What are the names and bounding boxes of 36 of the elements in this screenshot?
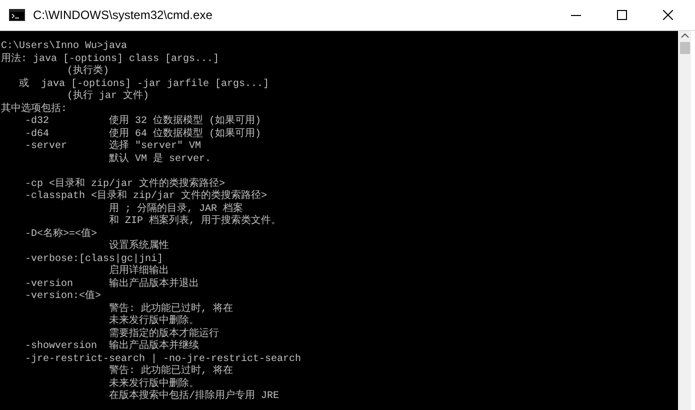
maximize-icon (617, 10, 627, 20)
window-title: C:\WINDOWS\system32\cmd.exe (33, 7, 212, 24)
console-line: -version 输出产品版本并退出 (24, 278, 200, 290)
console-line: 警告: 此功能已过时, 将在 (108, 366, 234, 378)
scroll-up-icon (680, 33, 688, 38)
console-line: -classpath <目录和 zip/jar 文件的类搜索路径> (24, 191, 268, 202)
console-line: -d32 使用 32 位数据模型 (如果可用) (24, 116, 262, 128)
console-line: 需要指定的版本才能运行 (108, 328, 220, 340)
console-line: 启用详细输出 (108, 266, 170, 278)
console-line: (执行类) (66, 66, 110, 78)
console-line: -jre-restrict-search | -no-jre-restrict-search (24, 354, 302, 364)
console-line: 未来发行版中删除。 (108, 378, 200, 390)
console-line: 其中选项包括: (1, 104, 68, 116)
console-line: -cp <目录和 zip/jar 文件的类搜索路径> (24, 178, 226, 190)
console-line: 或 java [-options] -jar jarfile [args...] (18, 78, 270, 90)
console-line: 和 ZIP 档案列表, 用于搜索类文件。 (108, 216, 282, 228)
console-line: C:\Users\Inno Wu>java (1, 41, 128, 52)
console-line: 默认 VM 是 server. (108, 154, 212, 166)
console-line: -version:<值> (24, 291, 102, 304)
console-line: -showversion 输出产品版本并继续 (24, 341, 200, 354)
console-line: -D<名称>=<值> (24, 228, 98, 241)
console-line: (执行 jar 文件) (66, 91, 150, 104)
console-line: 警告: 此功能已过时, 将在 (108, 304, 234, 314)
scrollbar[interactable] (678, 31, 691, 410)
console-line: -verbose:[class|gc|jni] (24, 254, 164, 264)
console-line: 用法: java [-options] class [args...] (1, 54, 220, 64)
console-icon (9, 9, 25, 21)
scrollbar-thumb[interactable] (680, 42, 690, 54)
minimize-icon (571, 14, 581, 16)
console-line: 设置系统属性 (108, 241, 170, 254)
close-icon (663, 10, 673, 20)
console-line: 未来发行版中删除。 (108, 316, 200, 328)
console-line: 用 ; 分隔的目录, JAR 档案 (108, 204, 244, 214)
console-line: -server 选择 "server" VM (24, 141, 202, 153)
console-line: 在版本搜索中包括/排除用户专用 JRE (108, 391, 280, 404)
console-line: -d64 使用 64 位数据模型 (如果可用) (24, 128, 262, 140)
